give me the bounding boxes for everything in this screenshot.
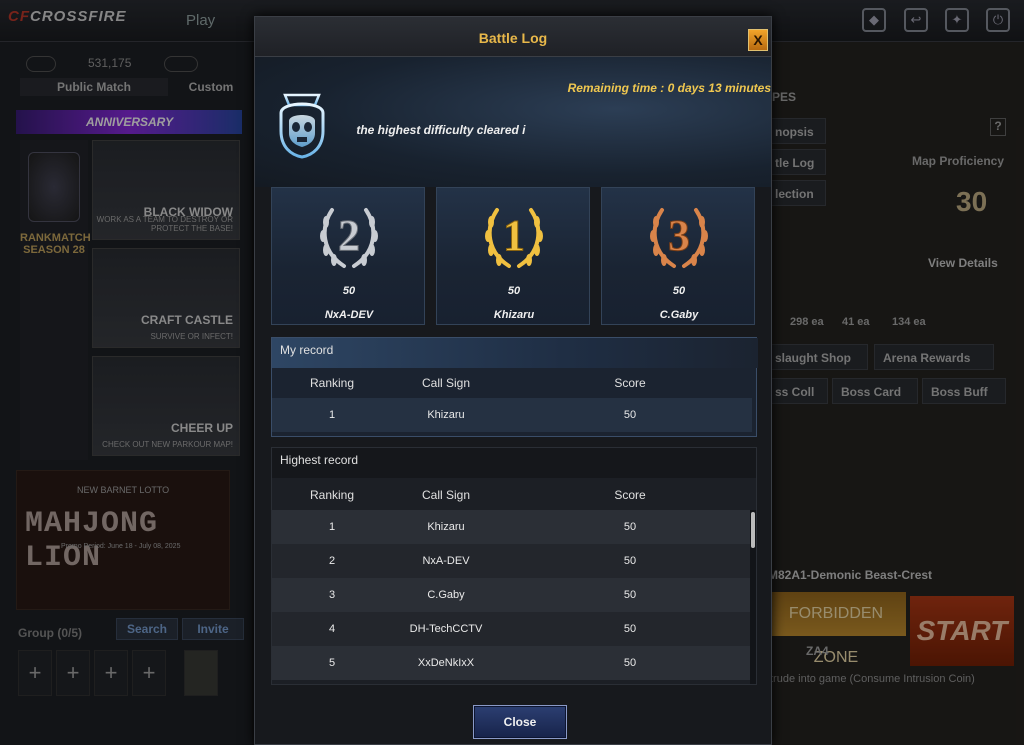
remaining-time: Remaining time : 0 days 13 minutes [567, 81, 771, 95]
cell-call-sign: NxA-DEV [422, 555, 470, 567]
highest-record-heading: Highest record [272, 448, 756, 478]
column-header-ranking: Ranking [309, 488, 355, 502]
podium-rank-number: 3 [668, 211, 690, 260]
podium-first: 1 50 Khizaru [436, 187, 590, 325]
podium-third: 3 50 C.Gaby [601, 187, 755, 325]
column-header-call-sign: Call Sign [421, 488, 471, 502]
dialog-title: Battle Log [478, 30, 548, 46]
column-header-score: Score [614, 376, 646, 390]
podium-score: 50 [342, 285, 356, 297]
my-record-section: My record Ranking Call Sign Score 1 Khiz… [271, 337, 758, 437]
difficulty-header: Remaining time : 0 days 13 minutes s is … [255, 57, 771, 187]
cell-call-sign: Khizaru [427, 409, 465, 421]
cell-ranking: 5 [328, 657, 336, 669]
table-row: 3 C.Gaby 50 [272, 578, 752, 612]
cell-ranking: 2 [328, 555, 336, 567]
cell-score: 50 [623, 623, 637, 635]
table-row: 1 Khizaru 50 [272, 510, 752, 544]
podium-rank-number: 2 [338, 211, 360, 260]
table-row: 4 DH-TechCCTV 50 [272, 612, 752, 646]
cell-score: 50 [623, 409, 637, 421]
bronze-laurel-icon: 3 [650, 208, 708, 268]
column-header-ranking: Ranking [309, 376, 355, 390]
podium-score: 50 [507, 285, 521, 297]
scrollbar-track[interactable] [750, 510, 756, 684]
highest-record-section: Highest record Ranking Call Sign Score 1… [271, 447, 757, 685]
cell-call-sign: Khizaru [427, 521, 465, 533]
cell-score: 50 [623, 657, 637, 669]
close-button[interactable]: Close [473, 705, 567, 739]
column-header-call-sign: Call Sign [421, 376, 471, 390]
gold-laurel-icon: 1 [485, 208, 543, 268]
podium-name: Khizaru [493, 309, 535, 321]
podium-score: 50 [672, 285, 686, 297]
cell-call-sign: C.Gaby [427, 589, 465, 601]
cell-call-sign: XxDeNkIxX [417, 657, 475, 669]
cell-ranking: 1 [328, 409, 336, 421]
podium-name: NxA-DEV [324, 309, 374, 321]
podium-second: 2 50 NxA-DEV [271, 187, 425, 325]
dialog-title-bar: Battle Log X [255, 17, 771, 57]
cell-score: 50 [623, 555, 637, 567]
column-header-score: Score [614, 488, 646, 502]
podium-rank-number: 1 [503, 211, 525, 260]
silver-laurel-icon: 2 [320, 208, 378, 268]
table-row: 2 NxA-DEV 50 [272, 544, 752, 578]
cell-ranking: 1 [328, 521, 336, 533]
cell-call-sign: DH-TechCCTV [409, 623, 483, 635]
cell-ranking: 4 [328, 623, 336, 635]
difficulty-text: s is the highest difficulty cleared i [353, 123, 526, 137]
cell-score: 50 [623, 589, 637, 601]
cell-ranking: 3 [328, 589, 336, 601]
table-row: 5 XxDeNkIxX 50 [272, 646, 752, 680]
close-icon[interactable]: X [748, 29, 768, 51]
battle-log-dialog: Battle Log X Remaining time : 0 days 13 … [254, 16, 772, 745]
scrollbar-thumb[interactable] [751, 512, 755, 548]
my-record-heading: My record [272, 338, 758, 368]
table-row: 1 Khizaru 50 [272, 398, 752, 432]
cell-score: 50 [623, 521, 637, 533]
skull-emblem-icon [279, 93, 325, 159]
podium-name: C.Gaby [659, 309, 699, 321]
